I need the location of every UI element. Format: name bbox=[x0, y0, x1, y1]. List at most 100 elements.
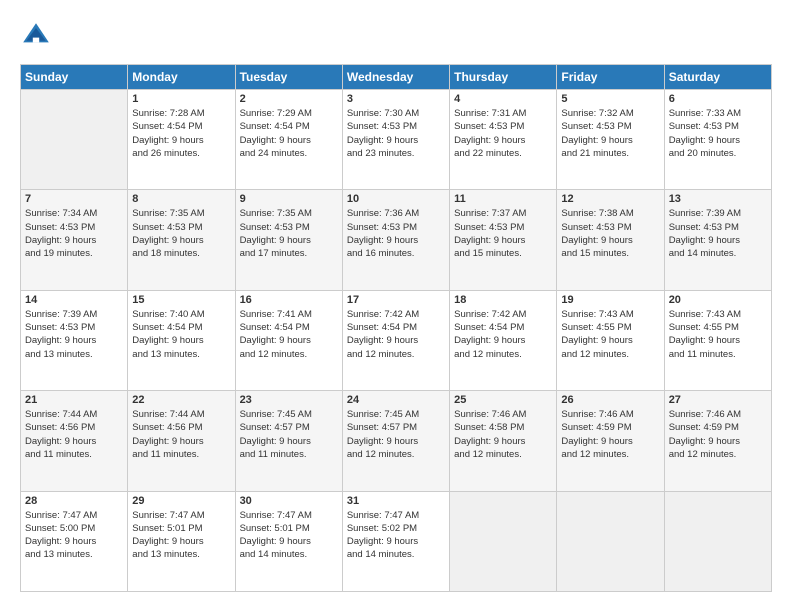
day-info: Sunrise: 7:35 AMSunset: 4:53 PMDaylight:… bbox=[132, 207, 230, 260]
day-cell: 8 Sunrise: 7:35 AMSunset: 4:53 PMDaylight… bbox=[128, 190, 235, 290]
day-number: 24 bbox=[347, 394, 445, 406]
day-cell: 1Sunrise: 7:28 AMSunset: 4:54 PMDaylight… bbox=[128, 90, 235, 190]
day-cell: 20 Sunrise: 7:43 AMSunset: 4:55 PMDayligh… bbox=[664, 290, 771, 390]
header-cell-tuesday: Tuesday bbox=[235, 65, 342, 90]
header-cell-thursday: Thursday bbox=[450, 65, 557, 90]
day-cell: 26 Sunrise: 7:46 AMSunset: 4:59 PMDayligh… bbox=[557, 391, 664, 491]
day-info: Sunrise: 7:46 AMSunset: 4:59 PMDaylight:… bbox=[669, 408, 767, 461]
header-cell-monday: Monday bbox=[128, 65, 235, 90]
day-number: 16 bbox=[240, 294, 338, 306]
header-cell-wednesday: Wednesday bbox=[342, 65, 449, 90]
day-cell: 9 Sunrise: 7:35 AMSunset: 4:53 PMDaylight… bbox=[235, 190, 342, 290]
day-number: 10 bbox=[347, 193, 445, 205]
day-number: 31 bbox=[347, 495, 445, 507]
day-cell: 19 Sunrise: 7:43 AMSunset: 4:55 PMDayligh… bbox=[557, 290, 664, 390]
day-cell: 22 Sunrise: 7:44 AMSunset: 4:56 PMDayligh… bbox=[128, 391, 235, 491]
day-cell: 6Sunrise: 7:33 AMSunset: 4:53 PMDaylight… bbox=[664, 90, 771, 190]
day-number: 25 bbox=[454, 394, 552, 406]
day-cell: 4 Sunrise: 7:31 AMSunset: 4:53 PMDaylight… bbox=[450, 90, 557, 190]
day-cell: 16Sunrise: 7:41 AMSunset: 4:54 PMDayligh… bbox=[235, 290, 342, 390]
day-number: 27 bbox=[669, 394, 767, 406]
week-row-5: 28Sunrise: 7:47 AMSunset: 5:00 PMDayligh… bbox=[21, 491, 772, 591]
day-info: Sunrise: 7:35 AMSunset: 4:53 PMDaylight:… bbox=[240, 207, 338, 260]
day-info: Sunrise: 7:30 AMSunset: 4:53 PMDaylight:… bbox=[347, 107, 445, 160]
day-info: Sunrise: 7:47 AMSunset: 5:00 PMDaylight:… bbox=[25, 509, 123, 562]
day-info: Sunrise: 7:39 AMSunset: 4:53 PMDaylight:… bbox=[25, 308, 123, 361]
day-info: Sunrise: 7:39 AMSunset: 4:53 PMDaylight:… bbox=[669, 207, 767, 260]
day-info: Sunrise: 7:42 AMSunset: 4:54 PMDaylight:… bbox=[454, 308, 552, 361]
week-row-3: 14 Sunrise: 7:39 AMSunset: 4:53 PMDayligh… bbox=[21, 290, 772, 390]
day-info: Sunrise: 7:28 AMSunset: 4:54 PMDaylight:… bbox=[132, 107, 230, 160]
day-info: Sunrise: 7:38 AMSunset: 4:53 PMDaylight:… bbox=[561, 207, 659, 260]
day-info: Sunrise: 7:42 AMSunset: 4:54 PMDaylight:… bbox=[347, 308, 445, 361]
week-row-4: 21 Sunrise: 7:44 AMSunset: 4:56 PMDayligh… bbox=[21, 391, 772, 491]
day-number: 26 bbox=[561, 394, 659, 406]
day-number: 9 bbox=[240, 193, 338, 205]
day-number: 13 bbox=[669, 193, 767, 205]
day-cell: 10 Sunrise: 7:36 AMSunset: 4:53 PMDayligh… bbox=[342, 190, 449, 290]
day-info: Sunrise: 7:40 AMSunset: 4:54 PMDaylight:… bbox=[132, 308, 230, 361]
day-cell: 21 Sunrise: 7:44 AMSunset: 4:56 PMDayligh… bbox=[21, 391, 128, 491]
day-cell: 18 Sunrise: 7:42 AMSunset: 4:54 PMDayligh… bbox=[450, 290, 557, 390]
day-info: Sunrise: 7:29 AMSunset: 4:54 PMDaylight:… bbox=[240, 107, 338, 160]
day-cell: 23Sunrise: 7:45 AMSunset: 4:57 PMDayligh… bbox=[235, 391, 342, 491]
day-cell: 14 Sunrise: 7:39 AMSunset: 4:53 PMDayligh… bbox=[21, 290, 128, 390]
day-cell: 29 Sunrise: 7:47 AMSunset: 5:01 PMDayligh… bbox=[128, 491, 235, 591]
day-number: 5 bbox=[561, 93, 659, 105]
day-number: 2 bbox=[240, 93, 338, 105]
header-cell-sunday: Sunday bbox=[21, 65, 128, 90]
logo-icon bbox=[20, 20, 52, 52]
day-info: Sunrise: 7:46 AMSunset: 4:59 PMDaylight:… bbox=[561, 408, 659, 461]
week-row-2: 7 Sunrise: 7:34 AMSunset: 4:53 PMDaylight… bbox=[21, 190, 772, 290]
page: SundayMondayTuesdayWednesdayThursdayFrid… bbox=[0, 0, 792, 612]
day-number: 22 bbox=[132, 394, 230, 406]
day-number: 30 bbox=[240, 495, 338, 507]
day-number: 7 bbox=[25, 193, 123, 205]
day-info: Sunrise: 7:34 AMSunset: 4:53 PMDaylight:… bbox=[25, 207, 123, 260]
day-number: 21 bbox=[25, 394, 123, 406]
day-info: Sunrise: 7:45 AMSunset: 4:57 PMDaylight:… bbox=[347, 408, 445, 461]
day-info: Sunrise: 7:43 AMSunset: 4:55 PMDaylight:… bbox=[561, 308, 659, 361]
day-cell bbox=[21, 90, 128, 190]
day-cell bbox=[557, 491, 664, 591]
day-info: Sunrise: 7:32 AMSunset: 4:53 PMDaylight:… bbox=[561, 107, 659, 160]
day-number: 6 bbox=[669, 93, 767, 105]
header bbox=[20, 20, 772, 52]
logo bbox=[20, 20, 56, 52]
day-number: 8 bbox=[132, 193, 230, 205]
day-info: Sunrise: 7:43 AMSunset: 4:55 PMDaylight:… bbox=[669, 308, 767, 361]
day-cell: 11 Sunrise: 7:37 AMSunset: 4:53 PMDayligh… bbox=[450, 190, 557, 290]
day-number: 3 bbox=[347, 93, 445, 105]
day-info: Sunrise: 7:47 AMSunset: 5:02 PMDaylight:… bbox=[347, 509, 445, 562]
day-cell bbox=[450, 491, 557, 591]
day-cell: 24 Sunrise: 7:45 AMSunset: 4:57 PMDayligh… bbox=[342, 391, 449, 491]
day-info: Sunrise: 7:31 AMSunset: 4:53 PMDaylight:… bbox=[454, 107, 552, 160]
day-info: Sunrise: 7:37 AMSunset: 4:53 PMDaylight:… bbox=[454, 207, 552, 260]
day-number: 17 bbox=[347, 294, 445, 306]
day-cell: 25 Sunrise: 7:46 AMSunset: 4:58 PMDayligh… bbox=[450, 391, 557, 491]
day-info: Sunrise: 7:46 AMSunset: 4:58 PMDaylight:… bbox=[454, 408, 552, 461]
header-cell-friday: Friday bbox=[557, 65, 664, 90]
day-info: Sunrise: 7:44 AMSunset: 4:56 PMDaylight:… bbox=[132, 408, 230, 461]
day-info: Sunrise: 7:45 AMSunset: 4:57 PMDaylight:… bbox=[240, 408, 338, 461]
header-cell-saturday: Saturday bbox=[664, 65, 771, 90]
day-number: 29 bbox=[132, 495, 230, 507]
week-row-1: 1Sunrise: 7:28 AMSunset: 4:54 PMDaylight… bbox=[21, 90, 772, 190]
day-cell: 5 Sunrise: 7:32 AMSunset: 4:53 PMDaylight… bbox=[557, 90, 664, 190]
day-cell: 13 Sunrise: 7:39 AMSunset: 4:53 PMDayligh… bbox=[664, 190, 771, 290]
day-number: 11 bbox=[454, 193, 552, 205]
day-info: Sunrise: 7:36 AMSunset: 4:53 PMDaylight:… bbox=[347, 207, 445, 260]
day-cell: 3 Sunrise: 7:30 AMSunset: 4:53 PMDaylight… bbox=[342, 90, 449, 190]
day-number: 20 bbox=[669, 294, 767, 306]
day-cell bbox=[664, 491, 771, 591]
day-number: 19 bbox=[561, 294, 659, 306]
day-number: 4 bbox=[454, 93, 552, 105]
day-cell: 7 Sunrise: 7:34 AMSunset: 4:53 PMDaylight… bbox=[21, 190, 128, 290]
day-cell: 30Sunrise: 7:47 AMSunset: 5:01 PMDayligh… bbox=[235, 491, 342, 591]
day-number: 14 bbox=[25, 294, 123, 306]
day-cell: 31 Sunrise: 7:47 AMSunset: 5:02 PMDayligh… bbox=[342, 491, 449, 591]
day-number: 18 bbox=[454, 294, 552, 306]
day-info: Sunrise: 7:47 AMSunset: 5:01 PMDaylight:… bbox=[132, 509, 230, 562]
day-info: Sunrise: 7:44 AMSunset: 4:56 PMDaylight:… bbox=[25, 408, 123, 461]
header-row: SundayMondayTuesdayWednesdayThursdayFrid… bbox=[21, 65, 772, 90]
